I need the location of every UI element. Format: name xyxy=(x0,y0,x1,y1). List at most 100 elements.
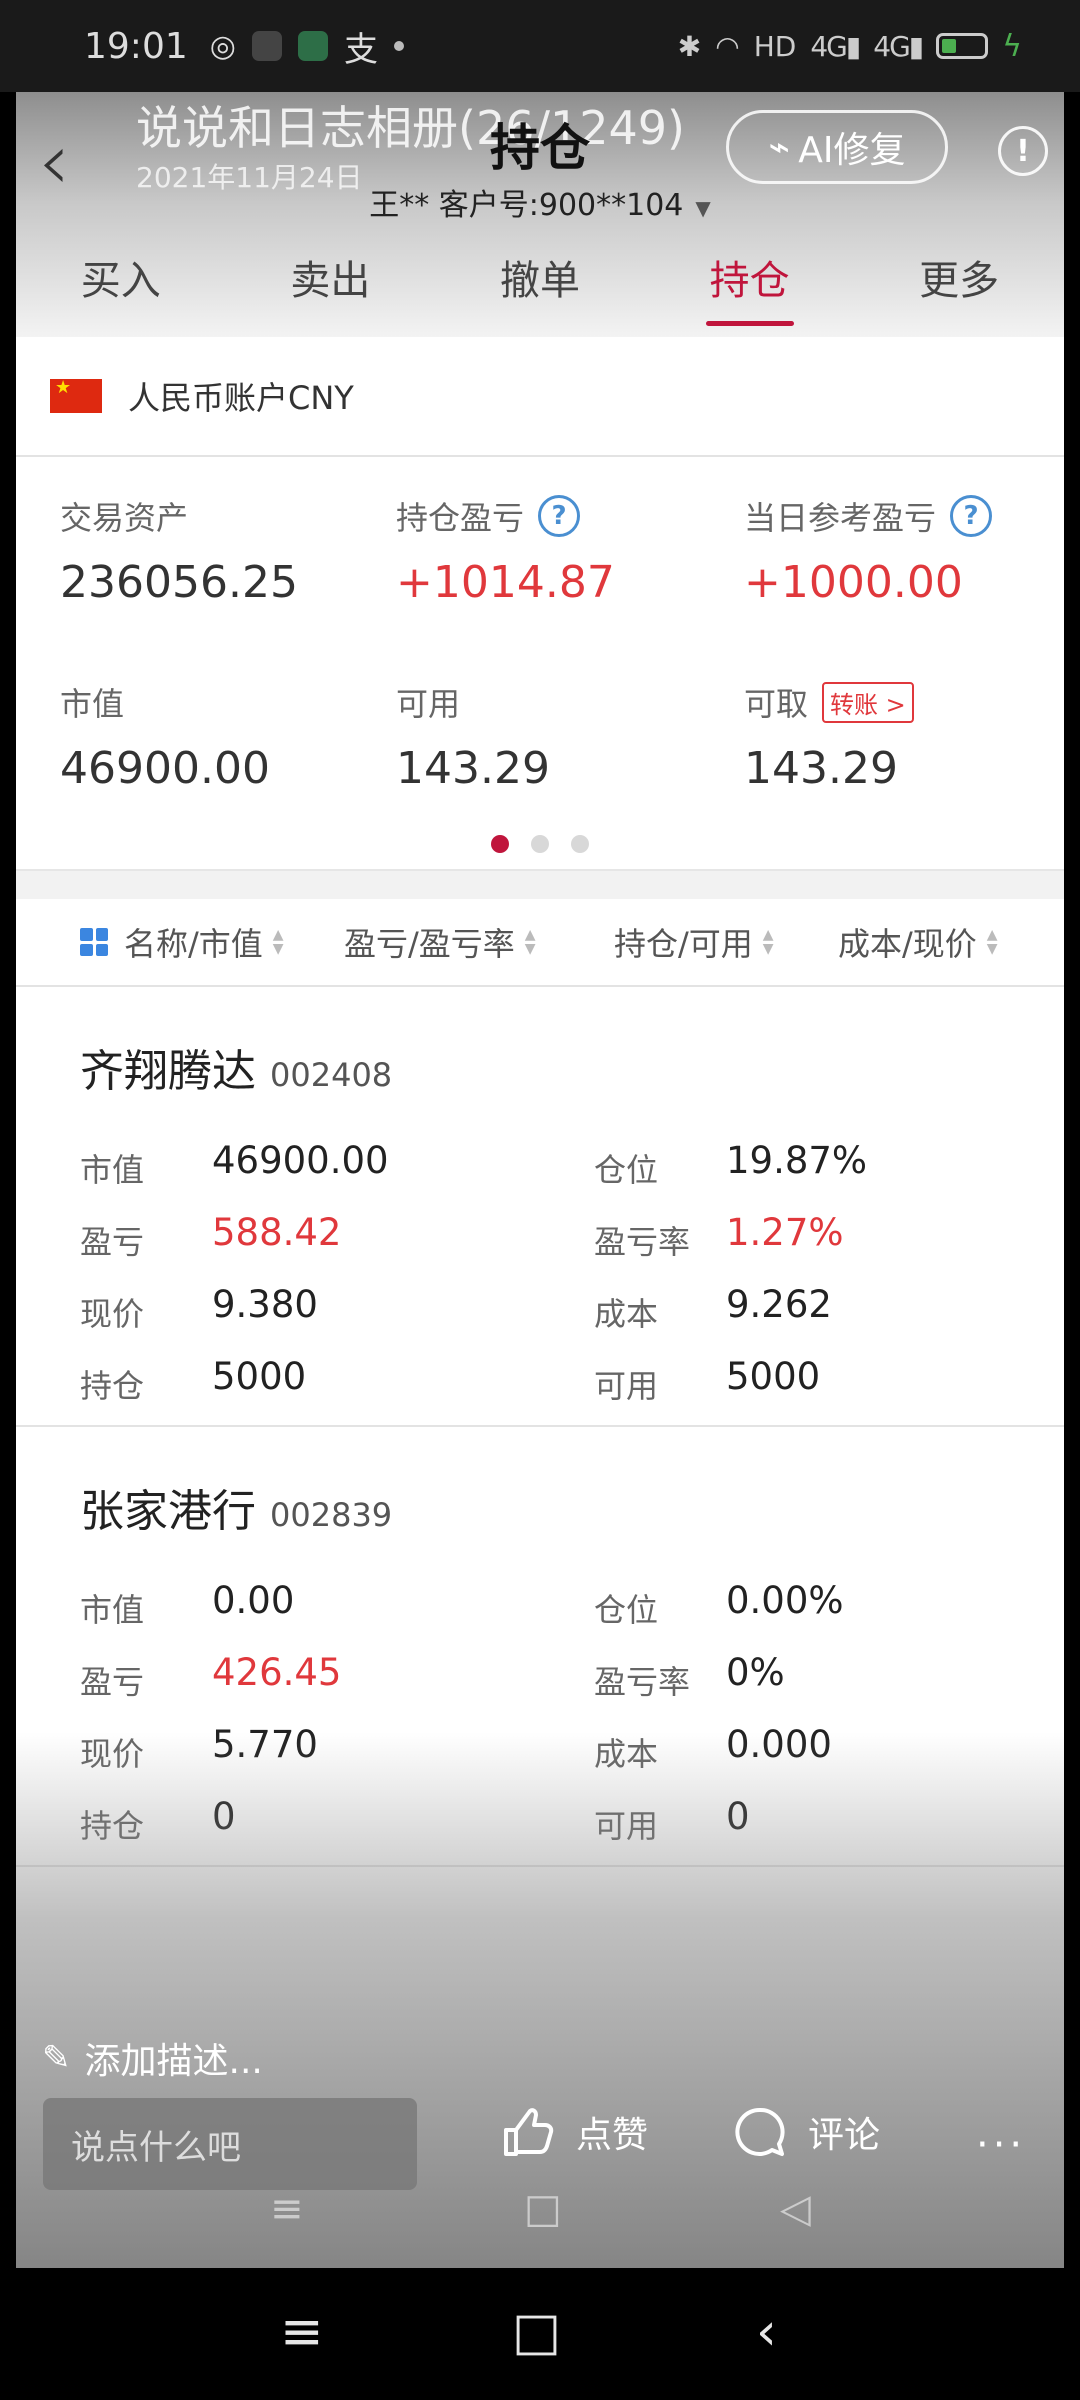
tab-buy[interactable]: 买入 xyxy=(16,242,226,332)
market-value-label: 市值 xyxy=(80,1591,145,1629)
trade-tabs: 买入 卖出 撤单 持仓 更多 xyxy=(16,242,1064,332)
back-icon[interactable]: ‹ xyxy=(756,2302,777,2362)
comment-bubble-icon xyxy=(732,2104,788,2160)
transfer-button[interactable]: 转账 > xyxy=(822,681,914,723)
home-icon[interactable]: □ xyxy=(512,2302,561,2362)
grid-icon[interactable] xyxy=(80,928,108,956)
stock-name-row: 齐翔腾达 002408 xyxy=(80,1035,392,1099)
hold-label: 持仓 xyxy=(80,1367,145,1405)
china-flag-icon xyxy=(50,377,102,413)
page-dot-active xyxy=(491,835,509,853)
holding-line: 现价 9.380 成本 9.262 xyxy=(16,1279,1064,1339)
avail-qty: 5000 xyxy=(726,1355,821,1398)
comment-button[interactable]: 评论 xyxy=(732,2104,880,2160)
photo-viewer-card: ‹ 说说和日志相册(26/1249) 2021年11月24日 持仓 王** 客户… xyxy=(16,92,1064,2268)
battery-icon xyxy=(936,33,989,59)
available-label: 可用 xyxy=(396,685,461,723)
more-options-icon[interactable]: ··· xyxy=(976,2122,1026,2168)
sort-hold-label: 持仓/可用 xyxy=(614,925,753,963)
pl-rate-label: 盈亏率 xyxy=(594,1663,691,1701)
sort-arrows-icon: ▲ ▼ xyxy=(272,927,284,957)
help-icon[interactable]: ? xyxy=(950,495,993,537)
sort-arrows-icon: ▲ ▼ xyxy=(524,927,536,957)
page-dot xyxy=(531,835,549,853)
signal-icon-1: 4G▮ xyxy=(810,29,861,63)
withdrawable-funds: 可取 转账 > 143.29 xyxy=(744,679,914,794)
comment-label: 评论 xyxy=(808,2115,881,2156)
available-funds: 可用 143.29 xyxy=(396,679,550,794)
tab-positions[interactable]: 持仓 xyxy=(645,242,855,332)
tab-sell[interactable]: 卖出 xyxy=(226,242,436,332)
sort-pl-label: 盈亏/盈亏率 xyxy=(344,925,515,963)
holding-line: 市值 46900.00 仓位 19.87% xyxy=(16,1135,1064,1195)
market-value: 0.00 xyxy=(212,1579,295,1622)
stock-name: 张家港行 xyxy=(80,1486,256,1537)
menu-icon[interactable]: ≡ xyxy=(280,2302,324,2362)
market-value: 市值 46900.00 xyxy=(60,679,270,794)
sort-name-value[interactable]: 名称/市值 ▲ ▼ xyxy=(124,919,344,965)
market-value-value: 46900.00 xyxy=(60,743,270,794)
holding-line: 市值 0.00 仓位 0.00% xyxy=(16,1575,1064,1635)
app-header: ‹ 说说和日志相册(26/1249) 2021年11月24日 持仓 王** 客户… xyxy=(16,92,1064,337)
sort-cost-label: 成本/现价 xyxy=(838,925,977,963)
account-label: 人民币账户CNY xyxy=(128,379,354,417)
ai-repair-label: AI修复 xyxy=(798,130,906,171)
withdrawable-label-row: 可取 转账 > xyxy=(744,679,914,725)
cost-price: 9.262 xyxy=(726,1283,832,1326)
page-indicator xyxy=(16,835,1064,853)
stock-code: 002839 xyxy=(270,1496,393,1534)
cost-label: 成本 xyxy=(594,1295,659,1333)
help-icon[interactable]: ? xyxy=(538,495,581,537)
thumbs-up-icon xyxy=(500,2104,556,2160)
page-dot xyxy=(571,835,589,853)
status-bar: 19:01 ◎ 支 ✱ ◠ HD 4G▮ 4G▮ ϟ xyxy=(0,0,1080,92)
pl-label: 盈亏 xyxy=(80,1663,145,1701)
system-nav-bar: ≡ □ ‹ xyxy=(0,2268,1080,2400)
hold-qty: 5000 xyxy=(212,1355,307,1398)
position-pl-label-row: 持仓盈亏 ? xyxy=(396,493,615,539)
status-time: 19:01 xyxy=(84,25,188,67)
alipay-icon: 支 xyxy=(343,29,378,70)
pl-rate: 1.27% xyxy=(726,1211,844,1254)
withdrawable-value: 143.29 xyxy=(744,743,898,794)
ghost-menu-icon: ≡ xyxy=(270,2186,304,2232)
add-description-label: 添加描述... xyxy=(84,2041,263,2082)
info-icon[interactable]: ! xyxy=(998,126,1048,176)
pencil-icon: ✎ xyxy=(42,2038,71,2078)
customer-selector[interactable]: 王** 客户号:900**104 ▼ xyxy=(16,180,1064,224)
tab-more[interactable]: 更多 xyxy=(854,242,1064,332)
holding-row[interactable]: 齐翔腾达 002408 市值 46900.00 仓位 19.87% 盈亏 588.… xyxy=(16,987,1064,1427)
ghost-back-icon: ◁ xyxy=(780,2186,811,2232)
status-right-icons: ✱ ◠ HD 4G▮ 4G▮ ϟ xyxy=(678,29,1022,64)
position-pl-label: 持仓盈亏 xyxy=(396,499,525,537)
pl-rate: 0% xyxy=(726,1651,785,1694)
ai-repair-button[interactable]: ⌁ AI修复 xyxy=(726,110,948,184)
bluetooth-icon: ✱ xyxy=(677,29,702,63)
charging-icon: ϟ xyxy=(1002,28,1022,64)
like-button[interactable]: 点赞 xyxy=(500,2104,648,2160)
account-row[interactable]: 人民币账户CNY xyxy=(16,337,1064,457)
sort-cost[interactable]: 成本/现价 ▲ ▼ xyxy=(838,919,998,965)
tab-cancel[interactable]: 撤单 xyxy=(435,242,645,332)
notification-dot-icon xyxy=(393,41,404,51)
sort-arrows-icon: ▲ ▼ xyxy=(762,927,774,957)
pl-rate-label: 盈亏率 xyxy=(594,1223,691,1261)
position-ratio: 19.87% xyxy=(726,1139,868,1182)
phone-icon xyxy=(297,31,328,61)
sort-pl[interactable]: 盈亏/盈亏率 ▲ ▼ xyxy=(344,919,614,965)
hd-label: HD xyxy=(753,29,797,63)
pl-value: 426.45 xyxy=(212,1651,342,1694)
withdrawable-label: 可取 xyxy=(744,685,809,723)
sort-hold[interactable]: 持仓/可用 ▲ ▼ xyxy=(614,919,838,965)
like-label: 点赞 xyxy=(576,2115,649,2156)
app-icon xyxy=(251,31,282,61)
market-value: 46900.00 xyxy=(212,1139,389,1182)
trade-assets: 交易资产 236056.25 xyxy=(60,493,298,608)
market-value-label: 市值 xyxy=(80,1151,145,1189)
position-pl: 持仓盈亏 ? +1014.87 xyxy=(396,493,615,608)
trade-assets-label: 交易资产 xyxy=(60,499,189,537)
comment-input[interactable]: 说点什么吧 xyxy=(43,2098,417,2190)
position-pl-value: +1014.87 xyxy=(396,557,615,608)
add-description-button[interactable]: ✎ 添加描述... xyxy=(42,2032,263,2084)
asset-summary: 交易资产 236056.25 持仓盈亏 ? +1014.87 当日参考盈亏 ? … xyxy=(16,457,1064,871)
